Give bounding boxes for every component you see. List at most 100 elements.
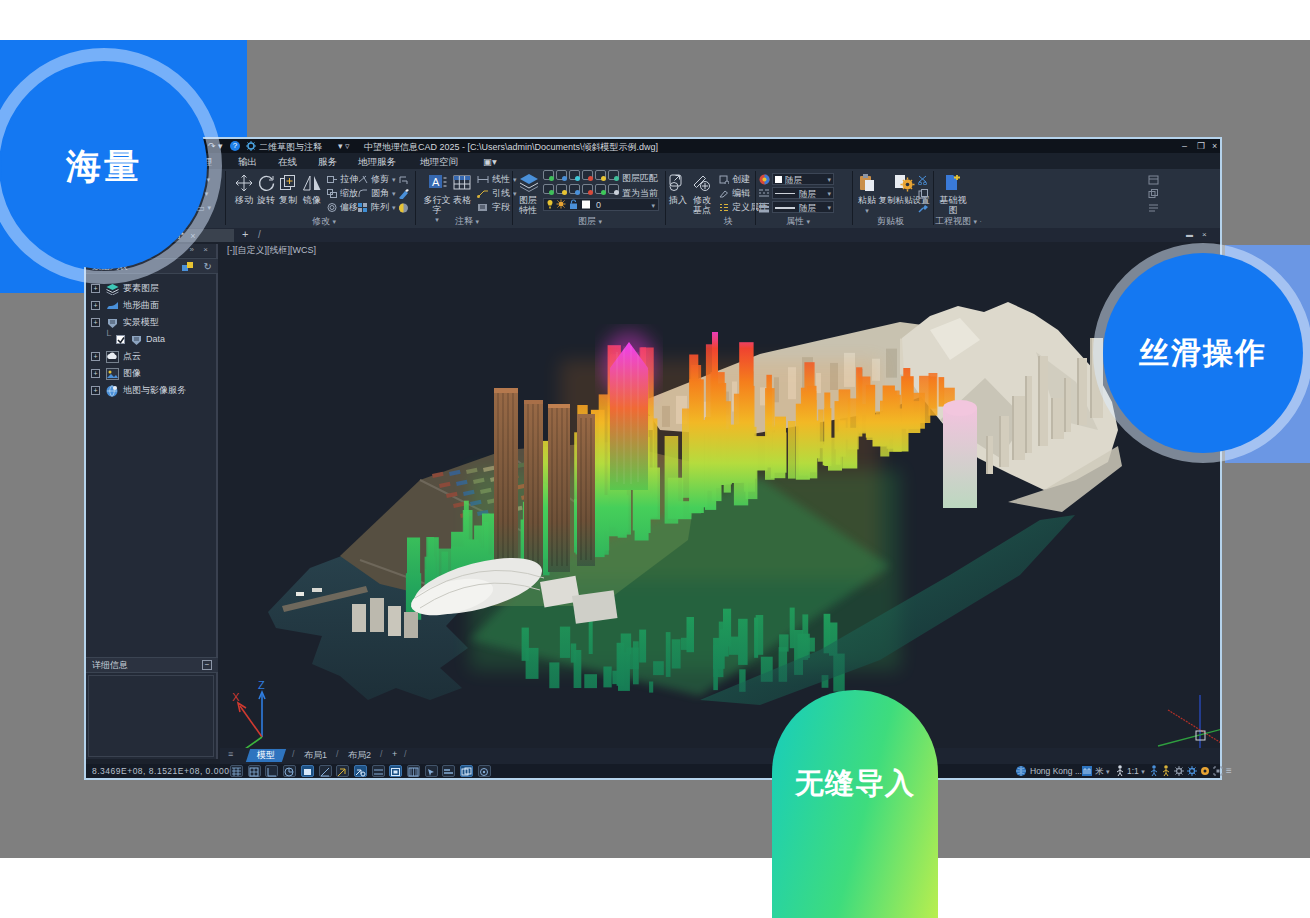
cut-icon[interactable] <box>918 173 929 186</box>
scale-button[interactable]: 缩放 <box>327 187 358 200</box>
status-toggle[interactable] <box>354 765 367 777</box>
ribbon-right-icon-2[interactable] <box>1148 187 1159 200</box>
status-toggle[interactable] <box>442 765 455 777</box>
tree-item-data[interactable]: └ Data <box>86 331 218 348</box>
stretch-button[interactable]: 拉伸 <box>327 173 358 186</box>
annot-vis-icon[interactable] <box>1150 765 1158 776</box>
refresh-icon[interactable]: ↻ <box>204 259 212 274</box>
layer-properties-button[interactable]: 图层特性 <box>515 173 541 215</box>
new-tab-button[interactable]: + <box>242 228 248 240</box>
workspace-caret[interactable]: ▾ ▿ <box>338 141 350 151</box>
add-layout-button[interactable]: + <box>392 749 397 759</box>
doc-close-icon[interactable]: × <box>1202 230 1207 239</box>
menu-service[interactable]: 服务 <box>318 156 337 169</box>
menu-output[interactable]: 输出 <box>238 156 257 169</box>
layer-tool[interactable] <box>569 184 580 194</box>
leader-button[interactable]: 引线▾ <box>477 187 517 200</box>
expand-icon[interactable]: + <box>91 301 100 310</box>
settings-gear-icon[interactable] <box>1187 766 1197 776</box>
modify-extra-2[interactable] <box>398 187 409 200</box>
location-globe[interactable] <box>1016 766 1026 776</box>
offset-button[interactable]: 偏移 <box>327 201 358 214</box>
menu-geospace[interactable]: 地理空间 <box>420 156 458 169</box>
copyclip-icon[interactable] <box>918 187 929 200</box>
block-edit-button[interactable]: 编辑 <box>719 187 750 200</box>
doc-restore-icon[interactable]: ▬ <box>1186 231 1193 238</box>
move-button[interactable]: 移动 <box>233 173 255 206</box>
collapse-icon[interactable]: − <box>202 660 212 670</box>
status-toggle[interactable] <box>301 765 314 777</box>
expand-icon[interactable]: + <box>91 284 100 293</box>
annot-person-icon[interactable] <box>1116 765 1124 776</box>
layer-tool[interactable] <box>595 170 606 180</box>
tab-layout1[interactable]: 布局1 <box>304 749 327 762</box>
linetype-combo[interactable]: 随层▾ <box>772 187 834 199</box>
layer-tool[interactable] <box>543 184 554 194</box>
workspace-gear-icon[interactable] <box>1174 766 1184 776</box>
unit-icon[interactable] <box>1082 766 1092 776</box>
menu-geoservice[interactable]: 地理服务 <box>358 156 396 169</box>
layer-tool[interactable] <box>556 170 567 180</box>
tab-model[interactable]: 模型 <box>246 749 286 762</box>
layer-tool[interactable] <box>608 170 619 180</box>
menu-online[interactable]: 在线 <box>278 156 297 169</box>
status-toggle[interactable] <box>283 765 296 777</box>
panel-label-block[interactable]: 块 <box>724 215 733 228</box>
close-button[interactable]: × <box>1212 141 1217 151</box>
layer-tool[interactable] <box>556 184 567 194</box>
status-menu-icon[interactable]: ≡ <box>1226 765 1232 776</box>
trim-button[interactable]: 修剪▾ <box>358 173 396 186</box>
status-toggle[interactable] <box>265 765 278 777</box>
tree-item[interactable]: + 点云 <box>86 348 218 365</box>
layer-combo[interactable]: 0 ▾ <box>543 198 659 211</box>
rotate-button[interactable]: 旋转 <box>255 173 277 206</box>
status-toggle[interactable] <box>478 765 491 777</box>
status-toggle[interactable] <box>389 765 402 777</box>
layer-tool[interactable] <box>582 184 593 194</box>
expand-icon[interactable]: + <box>91 386 100 395</box>
mtext-button[interactable]: A多行文字▾ <box>422 173 452 225</box>
layer-match-button[interactable]: 图层匹配 <box>622 172 658 185</box>
edit-base-button[interactable]: 修改基点 <box>689 173 715 215</box>
annot-auto-icon[interactable] <box>1162 765 1170 776</box>
menu-extra-icon[interactable]: ▣▾ <box>483 156 497 167</box>
checkbox[interactable] <box>116 335 125 344</box>
maximize-button[interactable]: ❐ <box>1197 141 1205 151</box>
fullscreen-icon[interactable] <box>1213 766 1223 776</box>
lineweight-icon[interactable] <box>759 201 770 214</box>
minimize-button[interactable]: – <box>1182 141 1187 151</box>
scale-label[interactable]: 1:1 ▾ <box>1127 766 1145 776</box>
mirror-button[interactable]: 镜像 <box>300 173 324 206</box>
insert-button[interactable]: 插入 <box>667 173 689 206</box>
status-toggle[interactable] <box>425 765 438 777</box>
ribbon-right-icon-3[interactable] <box>1148 201 1159 214</box>
ribbon-right-icon-1[interactable] <box>1148 173 1159 186</box>
location-label[interactable]: Hong Kong ... <box>1030 766 1082 776</box>
status-toggle[interactable] <box>407 765 420 777</box>
copy-button[interactable]: 复制 <box>276 173 300 206</box>
modify-extra-1[interactable] <box>398 173 408 186</box>
layer-tool[interactable] <box>608 184 619 194</box>
table-button[interactable]: 表格 <box>450 173 474 206</box>
viewport[interactable]: [-][自定义][线框][WCS] ZXY <box>220 242 1220 748</box>
status-toggle[interactable] <box>230 765 243 777</box>
block-create-button[interactable]: 创建 <box>719 173 750 186</box>
help-icon[interactable]: ? <box>230 141 240 151</box>
field-button[interactable]: 字段 <box>477 201 510 214</box>
base-view-button[interactable]: 基础视图 <box>938 173 968 215</box>
layer-tool[interactable] <box>595 184 606 194</box>
panel-label-layer[interactable]: 图层 ▾ <box>578 215 602 228</box>
tab-layout2[interactable]: 布局2 <box>348 749 371 762</box>
panel-label-clipboard[interactable]: 剪贴板 <box>877 215 904 228</box>
tree-item[interactable]: + 地形曲面 <box>86 297 218 314</box>
panel-label-modify[interactable]: 修改 ▾ <box>312 215 336 228</box>
expand-icon[interactable]: + <box>91 369 100 378</box>
isolate-icon[interactable] <box>1200 766 1210 776</box>
expand-icon[interactable]: + <box>91 318 100 327</box>
status-toggle[interactable] <box>460 765 473 777</box>
linear-dim-button[interactable]: 线性▾ <box>477 173 517 186</box>
layer-tool[interactable] <box>582 170 593 180</box>
color-combo[interactable]: 随层▾ <box>772 173 834 185</box>
expand-icon[interactable]: + <box>91 352 100 361</box>
layer-tool[interactable] <box>543 170 554 180</box>
